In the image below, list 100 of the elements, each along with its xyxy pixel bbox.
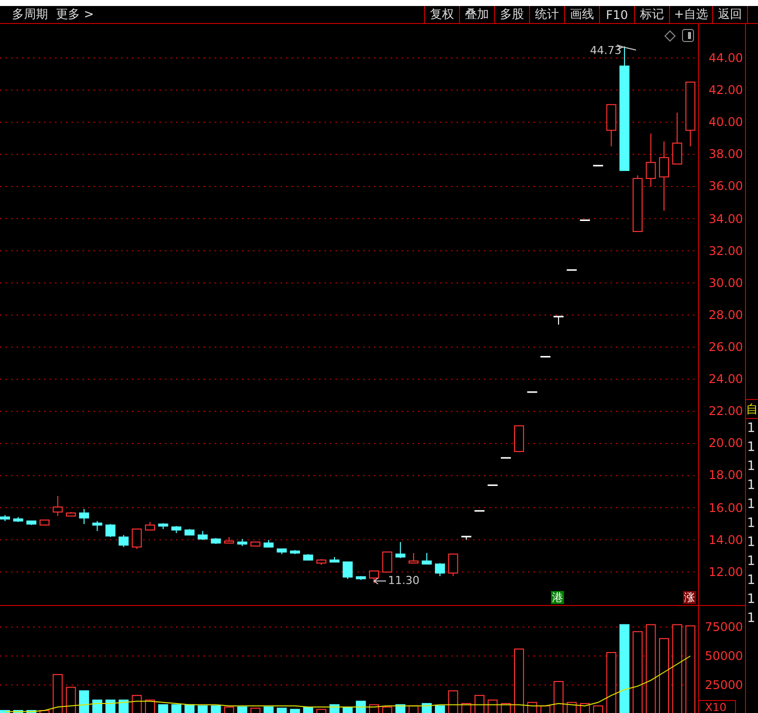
- candlestick: [79, 508, 90, 525]
- candlestick: [316, 558, 326, 566]
- candlestick: [500, 457, 511, 459]
- price-axis-label: 26.00: [708, 338, 744, 356]
- volume-axis-label: 50000: [704, 648, 744, 665]
- toolbar-link[interactable]: 多周期: [12, 6, 48, 23]
- candlestick: [13, 516, 24, 522]
- candlestick: [66, 512, 76, 517]
- side-strip-digit: 1: [746, 572, 756, 590]
- candlestick: [474, 510, 484, 512]
- market-badge: 港: [551, 591, 564, 604]
- candlestick: [566, 269, 577, 271]
- side-strip-digit: 1: [746, 496, 756, 514]
- candlestick: [184, 528, 195, 536]
- price-axis-label: 16.00: [708, 500, 744, 517]
- side-strip-digit: 1: [746, 534, 756, 552]
- candlestick: [461, 536, 472, 540]
- panel-toggle-icon[interactable]: [682, 29, 694, 42]
- candlestick: [105, 524, 116, 538]
- candlestick: [422, 552, 432, 565]
- candlestick: [330, 556, 340, 563]
- volume-bar: [118, 700, 129, 713]
- candlestick: [659, 141, 669, 212]
- candlestick: [26, 520, 36, 526]
- candlestick: [514, 425, 524, 452]
- candlestick: [158, 522, 168, 530]
- price-axis-label: 12.00: [708, 564, 744, 581]
- side-strip-digit: 1: [746, 439, 756, 457]
- volume-bar: [105, 700, 116, 713]
- volume-bar: [237, 706, 248, 713]
- low-price-label: 11.30: [388, 574, 420, 587]
- volume-axis-label: 25000: [704, 677, 744, 694]
- candlestick: [210, 538, 221, 544]
- toolbar-link[interactable]: 更多 >: [56, 6, 94, 23]
- volume-bar: [184, 704, 195, 713]
- arrow-icon: [373, 578, 386, 584]
- side-strip-digit: 1: [746, 477, 756, 495]
- side-strip-digit: 1: [746, 553, 756, 571]
- candlestick: [527, 391, 538, 393]
- candlestick: [632, 174, 643, 232]
- volume-bar: [198, 705, 208, 713]
- candlestick: [448, 554, 458, 577]
- volume-bar: [79, 690, 90, 713]
- volume-unit-label: X10: [699, 700, 736, 713]
- candlestick: [434, 562, 445, 577]
- price-axis-label: 24.00: [708, 371, 744, 388]
- price-axis-label: 44.00: [708, 50, 744, 67]
- candlestick: [395, 542, 406, 559]
- volume-bar: [276, 708, 287, 713]
- candlestick: [132, 528, 142, 550]
- volume-bar: [13, 710, 24, 713]
- price-axis-label: 14.00: [708, 532, 744, 549]
- volume-bar: [330, 704, 340, 713]
- diamond-icon[interactable]: [664, 30, 676, 42]
- volume-bar: [434, 705, 445, 713]
- volume-bar: [0, 710, 10, 713]
- volume-bar: [210, 705, 221, 713]
- candlestick: [250, 542, 260, 547]
- candlestick: [198, 530, 208, 540]
- candlestick: [342, 561, 353, 580]
- price-axis-label: 38.00: [708, 146, 744, 164]
- candlestick: [276, 548, 287, 555]
- market-badge: 涨: [683, 591, 696, 604]
- candlestick: [606, 104, 616, 147]
- candlestick: [303, 554, 314, 561]
- side-strip-digit: 1: [746, 420, 756, 438]
- volume-bar: [26, 710, 36, 713]
- candlestick: [540, 356, 550, 358]
- price-axis-label: 28.00: [708, 306, 744, 324]
- volume-axis-label: 75000: [704, 619, 744, 636]
- volume-bar: [356, 700, 366, 713]
- candlestick: [408, 552, 419, 564]
- volume-bar: [290, 708, 300, 713]
- candlestick: [264, 539, 274, 548]
- candlestick: [40, 520, 50, 526]
- volume-bar: [422, 703, 432, 713]
- side-strip-digit: 1: [746, 458, 756, 476]
- candlestick: [488, 484, 498, 486]
- candlestick: [118, 534, 129, 548]
- volume-bar: [395, 704, 406, 713]
- candlestick: [224, 536, 234, 544]
- candlestick: [237, 538, 248, 547]
- volume-bar: [264, 706, 274, 713]
- price-axis-label: 34.00: [708, 210, 744, 228]
- candlestick: [580, 219, 590, 221]
- candlestick: [290, 550, 300, 555]
- price-axis-label: 42.00: [708, 82, 744, 100]
- side-strip-digit: 1: [746, 591, 756, 609]
- candlestick: [356, 576, 366, 580]
- price-axis-label: 40.00: [708, 114, 744, 132]
- side-strip-digit: 1: [746, 515, 756, 533]
- volume-bar: [92, 700, 102, 713]
- volume-bar: [171, 704, 182, 713]
- high-price-label: 44.73: [590, 44, 622, 57]
- candlestick: [144, 521, 155, 530]
- price-axis-label: 18.00: [708, 467, 744, 484]
- candlestick: [369, 570, 380, 584]
- candlestick: [672, 112, 682, 165]
- candlestick: [382, 552, 392, 573]
- candlestick: [52, 495, 63, 517]
